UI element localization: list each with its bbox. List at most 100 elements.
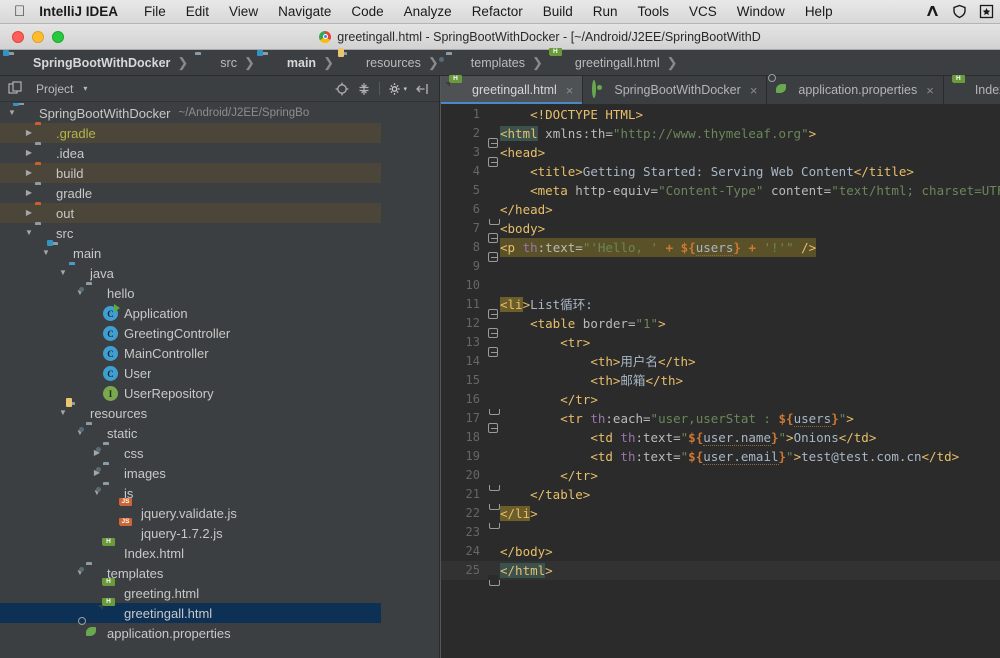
menu-refactor[interactable]: Refactor — [462, 4, 533, 19]
breadcrumb-item-file[interactable]: H greetingall.html — [548, 47, 660, 71]
breadcrumb-item-project[interactable]: SpringBootWithDocker — [3, 49, 170, 71]
tree-node-jquery-1-7-2-js[interactable]: JS jquery-1.7.2.js — [0, 518, 381, 543]
code-line[interactable]: 14 <th>用户名</th> — [441, 352, 1000, 371]
tree-node-resources[interactable]: ▼ resources — [0, 398, 381, 423]
tree-node-src[interactable]: ▼ src — [0, 223, 381, 243]
code-line[interactable]: 11 <li>List循环: — [441, 295, 1000, 319]
breadcrumb-item-main[interactable]: main — [256, 49, 316, 71]
tab-close-icon[interactable]: × — [926, 83, 934, 98]
code-line[interactable]: 2 <html xmlns:th="http://www.thymeleaf.or… — [441, 124, 1000, 148]
menu-vcs[interactable]: VCS — [679, 4, 727, 19]
tree-node-build[interactable]: ▶ build — [0, 163, 381, 183]
menu-run[interactable]: Run — [583, 4, 628, 19]
menu-analyze[interactable]: Analyze — [394, 4, 462, 19]
tree-node-jquery-validate-js[interactable]: JS jquery.validate.js — [0, 498, 381, 523]
menu-intellij-idea[interactable]: IntelliJ IDEA — [39, 4, 134, 19]
code-line[interactable]: 7 <body> — [441, 219, 1000, 243]
menu-file[interactable]: File — [134, 4, 176, 19]
code-line[interactable]: 16 </tr> — [441, 390, 1000, 415]
editor-tab-greetingall-html[interactable]: Hgreetingall.html × — [441, 75, 584, 104]
menu-edit[interactable]: Edit — [176, 4, 219, 19]
expand-arrow-right-icon[interactable]: ▶ — [23, 183, 35, 203]
tab-close-icon[interactable]: × — [750, 83, 758, 98]
settings-gear-icon[interactable]: ▾ — [384, 82, 411, 96]
tree-node-application[interactable]: C Application — [0, 303, 381, 323]
shield-icon[interactable] — [946, 4, 973, 19]
code-line[interactable]: 1 <!DOCTYPE HTML> — [441, 105, 1000, 124]
tree-node-main[interactable]: ▼ main — [0, 240, 381, 263]
chevron-down-icon[interactable]: ▾ — [83, 84, 87, 93]
tree-node-user[interactable]: C User — [0, 363, 381, 383]
project-tree[interactable]: ▼ SpringBootWithDocker ~/Android/J2EE/Spri… — [0, 103, 381, 658]
menu-code[interactable]: Code — [341, 4, 393, 19]
code-line[interactable]: 12 <table border="1"> — [441, 314, 1000, 338]
code-line[interactable]: 18 <td th:text="${user.name}">Onions</td… — [441, 428, 1000, 447]
tree-node-maincontroller[interactable]: C MainController — [0, 343, 381, 363]
breadcrumb-item-src[interactable]: src — [195, 55, 237, 71]
tree-node-static[interactable]: ▼ static — [0, 423, 381, 443]
editor-tab-index-html[interactable]: HIndex.html× — [944, 75, 1000, 104]
expand-arrow-right-icon[interactable]: ▶ — [23, 143, 35, 163]
hide-icon[interactable] — [411, 82, 433, 96]
tree-node-java[interactable]: ▼ java — [0, 263, 381, 283]
editor-tab-springbootwithdocker[interactable]: SpringBootWithDocker × — [583, 76, 768, 104]
code-line[interactable]: 8 <p th:text="'Hello, ' + ${users} + '!'"… — [441, 238, 1000, 262]
menu-build[interactable]: Build — [533, 4, 583, 19]
code-line[interactable]: 5 <meta http-equiv="Content-Type" conten… — [441, 181, 1000, 200]
editor-tab-application-properties[interactable]: application.properties × — [767, 74, 944, 104]
tree-node-images[interactable]: ▶ images — [0, 463, 381, 483]
tree-node-out[interactable]: ▶ out — [0, 203, 381, 223]
fold-end-icon[interactable] — [488, 574, 500, 586]
expand-arrow-right-icon[interactable]: ▶ — [23, 203, 35, 223]
code-line[interactable]: 13 <tr> — [441, 333, 1000, 357]
menu-view[interactable]: View — [219, 4, 268, 19]
code-line[interactable]: 21 </table> — [441, 485, 1000, 510]
tab-close-icon[interactable]: × — [566, 83, 574, 98]
menu-help[interactable]: Help — [795, 4, 843, 19]
tree-node-greeting-html[interactable]: Hgreeting.html — [0, 578, 381, 603]
code-line[interactable]: 20 </tr> — [441, 466, 1000, 491]
breadcrumb-item-templates[interactable]: templates — [438, 55, 525, 71]
tree-node-js[interactable]: ▼ js — [0, 483, 381, 503]
code-line[interactable]: 24 </body> — [441, 542, 1000, 567]
code-line[interactable]: 6 </head> — [441, 200, 1000, 225]
expand-arrow-down-icon[interactable]: ▼ — [57, 263, 69, 283]
code-line[interactable]: 19 <td th:text="${user.email}">test@test… — [441, 447, 1000, 466]
code-line[interactable]: 22 </li> — [441, 504, 1000, 529]
expand-arrow-right-icon[interactable]: ▶ — [91, 443, 103, 463]
code-line[interactable]: 3 <head> — [441, 143, 1000, 167]
tree-node--idea[interactable]: ▶ .idea — [0, 143, 381, 163]
code-editor[interactable]: 1 <!DOCTYPE HTML> 2 <html xmlns:th="http:/… — [441, 105, 1000, 658]
code-line[interactable]: 10 — [441, 276, 1000, 295]
breadcrumb-item-resources[interactable]: resources — [337, 47, 421, 71]
tree-node-application-properties[interactable]: application.properties — [0, 617, 381, 643]
expand-arrow-right-icon[interactable]: ▶ — [23, 163, 35, 183]
tree-node-userrepository[interactable]: I UserRepository — [0, 383, 381, 403]
expand-arrow-down-icon[interactable]: ▼ — [74, 563, 86, 583]
collapse-all-icon[interactable] — [353, 82, 375, 96]
menu-window[interactable]: Window — [727, 4, 795, 19]
code-line[interactable]: 23 — [441, 523, 1000, 542]
code-line[interactable]: 4 <title>Getting Started: Serving Web Co… — [441, 162, 1000, 181]
tree-node-springbootwithdocker[interactable]: ▼ SpringBootWithDocker ~/Android/J2EE/Spri… — [0, 103, 381, 123]
apple-menu-icon[interactable]:  — [14, 4, 25, 19]
code-line[interactable]: 9 — [441, 257, 1000, 276]
tree-node--gradle[interactable]: ▶ .gradle — [0, 123, 381, 143]
expand-arrow-down-icon[interactable]: ▼ — [74, 423, 86, 443]
code-line[interactable]: 15 <th>邮箱</th> — [441, 371, 1000, 390]
expand-arrow-down-icon[interactable]: ▼ — [74, 283, 86, 303]
expand-arrow-down-icon[interactable]: ▼ — [40, 243, 52, 263]
expand-arrow-down-icon[interactable]: ▼ — [23, 223, 35, 243]
tree-node-hello[interactable]: ▼ hello — [0, 283, 381, 303]
code-line[interactable]: 17 <tr th:each="user,userStat : ${users}… — [441, 409, 1000, 433]
expand-arrow-down-icon[interactable]: ▼ — [91, 483, 103, 503]
tree-node-greetingcontroller[interactable]: C GreetingController — [0, 323, 381, 343]
app-icon[interactable] — [919, 4, 946, 19]
tree-node-index-html[interactable]: H Index.html — [0, 538, 381, 563]
tree-node-greetingall-html[interactable]: Hgreetingall.html — [0, 598, 381, 623]
tree-node-css[interactable]: ▶ css — [0, 443, 381, 463]
menu-navigate[interactable]: Navigate — [268, 4, 341, 19]
tree-node-gradle[interactable]: ▶ gradle — [0, 183, 381, 203]
tree-node-templates[interactable]: ▼ templates — [0, 563, 381, 583]
expand-arrow-down-icon[interactable]: ▼ — [6, 103, 18, 123]
